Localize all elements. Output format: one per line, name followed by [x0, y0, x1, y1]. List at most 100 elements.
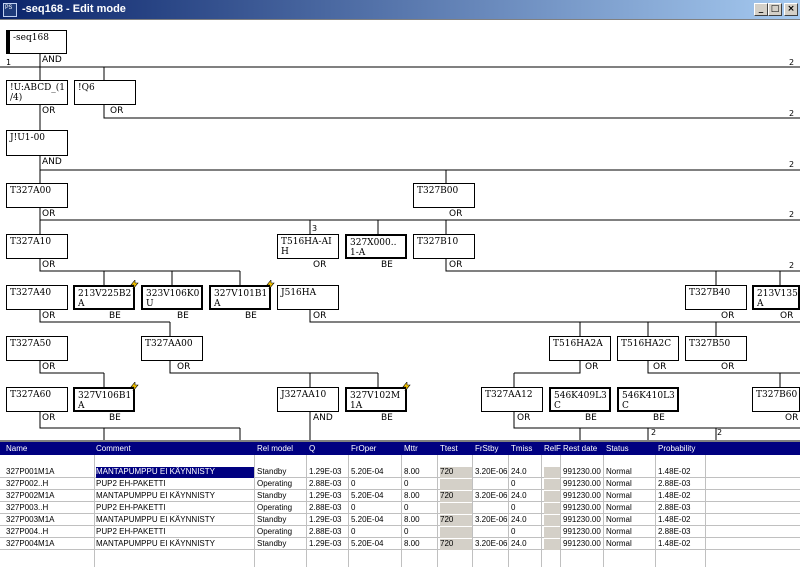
- table-cell[interactable]: Standby: [257, 515, 307, 526]
- table-cell[interactable]: MANTAPUMPPU EI KÄYNNISTY: [96, 491, 254, 502]
- table-cell[interactable]: 327P004..H: [6, 527, 92, 538]
- table-cell[interactable]: 991230.00: [563, 467, 604, 478]
- table-cell[interactable]: [544, 479, 561, 490]
- table-cell[interactable]: 0: [511, 503, 542, 514]
- table-cell[interactable]: MANTAPUMPPU EI KÄYNNISTY: [96, 539, 254, 550]
- table-cell[interactable]: [440, 479, 473, 490]
- table-cell[interactable]: 0: [511, 479, 542, 490]
- table-cell[interactable]: Normal: [606, 539, 656, 550]
- table-cell[interactable]: 327P002..H: [6, 479, 92, 490]
- column-header[interactable]: FrOper: [351, 444, 376, 453]
- column-header[interactable]: RelF: [544, 444, 561, 453]
- table-cell[interactable]: 0: [351, 479, 401, 490]
- basic-event-node[interactable]: 327V101B1 A: [209, 285, 271, 310]
- gate-node[interactable]: J516HA: [277, 285, 339, 310]
- table-cell[interactable]: 991230.00: [563, 479, 604, 490]
- table-row[interactable]: 327P004..H PUP2 EH-PAKETTI Operating 2.88E-…: [0, 526, 800, 538]
- column-header[interactable]: Rest date: [563, 444, 597, 453]
- table-cell[interactable]: [440, 503, 473, 514]
- fault-tree-canvas[interactable]: -seq168 AND 1 2 !U:ABCD_(1 /4) OR !Q6 OR…: [0, 20, 800, 440]
- column-header[interactable]: Name: [6, 444, 27, 453]
- basic-event-node[interactable]: 546K409L3 C: [549, 387, 611, 412]
- table-cell[interactable]: [440, 527, 473, 538]
- table-row[interactable]: 327P003..H PUP2 EH-PAKETTI Operating 2.88E-…: [0, 502, 800, 514]
- table-row[interactable]: 327P004M1A MANTAPUMPPU EI KÄYNNISTY Standb…: [0, 538, 800, 550]
- table-cell[interactable]: 24.0: [511, 467, 542, 478]
- table-cell[interactable]: 327P003M1A: [6, 515, 92, 526]
- table-cell[interactable]: 327P002M1A: [6, 491, 92, 502]
- table-cell[interactable]: [544, 467, 561, 478]
- table-cell[interactable]: 1.29E-03: [309, 515, 349, 526]
- table-cell[interactable]: 1.48E-02: [658, 491, 702, 502]
- gate-node[interactable]: T327A50: [6, 336, 68, 361]
- basic-event-node[interactable]: 213V135 A: [752, 285, 800, 310]
- table-cell[interactable]: Standby: [257, 467, 307, 478]
- table-cell[interactable]: PUP2 EH-PAKETTI: [96, 527, 254, 538]
- table-cell[interactable]: 0: [404, 503, 438, 514]
- table-row[interactable]: 327P002..H PUP2 EH-PAKETTI Operating 2.88E-…: [0, 478, 800, 490]
- table-row[interactable]: 327P001M1A MANTAPUMPPU EI KÄYNNISTY Standb…: [0, 466, 800, 478]
- column-header[interactable]: Comment: [96, 444, 131, 453]
- table-cell[interactable]: 1.29E-03: [309, 491, 349, 502]
- gate-node[interactable]: T327B10: [413, 234, 475, 259]
- table-cell[interactable]: 720: [440, 491, 473, 502]
- table-cell[interactable]: Operating: [257, 479, 307, 490]
- table-cell[interactable]: 5.20E-04: [351, 539, 401, 550]
- gate-node[interactable]: T327B60: [752, 387, 800, 412]
- table-cell[interactable]: [544, 491, 561, 502]
- table-cell[interactable]: 2.88E-03: [309, 479, 349, 490]
- table-cell[interactable]: 1.48E-02: [658, 539, 702, 550]
- gate-node[interactable]: T327B50: [685, 336, 747, 361]
- column-header[interactable]: Probability: [658, 444, 695, 453]
- column-header[interactable]: Tmiss: [511, 444, 532, 453]
- table-cell[interactable]: 0: [404, 479, 438, 490]
- table-cell[interactable]: 991230.00: [563, 539, 604, 550]
- table-row[interactable]: 327P002M1A MANTAPUMPPU EI KÄYNNISTY Standb…: [0, 490, 800, 502]
- gate-node[interactable]: T327AA12: [481, 387, 543, 412]
- column-header[interactable]: Q: [309, 444, 315, 453]
- table-cell[interactable]: [544, 527, 561, 538]
- basic-event-node[interactable]: 327V106B1 A: [73, 387, 135, 412]
- table-cell[interactable]: 2.88E-03: [309, 527, 349, 538]
- gate-node[interactable]: T327A10: [6, 234, 68, 259]
- table-cell[interactable]: Normal: [606, 479, 656, 490]
- gate-node[interactable]: T327A60: [6, 387, 68, 412]
- table-cell[interactable]: 720: [440, 539, 473, 550]
- table-cell[interactable]: 1.48E-02: [658, 515, 702, 526]
- table-cell[interactable]: 8.00: [404, 491, 438, 502]
- table-cell[interactable]: [475, 503, 509, 514]
- table-cell[interactable]: MANTAPUMPPU EI KÄYNNISTY: [96, 467, 254, 478]
- table-cell[interactable]: 3.20E-06: [475, 467, 509, 478]
- table-cell[interactable]: [544, 539, 561, 550]
- column-header[interactable]: Rel model: [257, 444, 293, 453]
- gate-node[interactable]: J327AA10: [277, 387, 339, 412]
- gate-node[interactable]: J!U1-00: [6, 130, 68, 156]
- gate-node[interactable]: T516HA2A: [549, 336, 611, 361]
- minimize-button[interactable]: _: [754, 3, 768, 16]
- table-cell[interactable]: Normal: [606, 527, 656, 538]
- table-cell[interactable]: 8.00: [404, 539, 438, 550]
- column-header[interactable]: Ttest: [440, 444, 458, 453]
- table-cell[interactable]: 3.20E-06: [475, 491, 509, 502]
- table-cell[interactable]: Normal: [606, 503, 656, 514]
- table-cell[interactable]: 991230.00: [563, 503, 604, 514]
- table-cell[interactable]: 5.20E-04: [351, 515, 401, 526]
- table-cell[interactable]: 991230.00: [563, 527, 604, 538]
- basic-event-node[interactable]: 327V102M 1A: [345, 387, 407, 412]
- gate-node[interactable]: T327A00: [6, 183, 68, 208]
- table-cell[interactable]: [544, 503, 561, 514]
- close-button[interactable]: ×: [784, 3, 798, 16]
- table-cell[interactable]: 8.00: [404, 467, 438, 478]
- table-cell[interactable]: 1.29E-03: [309, 539, 349, 550]
- basic-events-table[interactable]: Name Comment Rel model Q FrOper Mttr Tte…: [0, 440, 800, 567]
- gate-node[interactable]: T516HA-AI H: [277, 234, 339, 259]
- table-cell[interactable]: 1.48E-02: [658, 467, 702, 478]
- table-cell[interactable]: 24.0: [511, 539, 542, 550]
- table-cell[interactable]: 0: [511, 527, 542, 538]
- gate-node[interactable]: !Q6: [74, 80, 136, 105]
- table-cell[interactable]: 5.20E-04: [351, 491, 401, 502]
- table-cell[interactable]: MANTAPUMPPU EI KÄYNNISTY: [96, 515, 254, 526]
- table-cell[interactable]: Operating: [257, 527, 307, 538]
- basic-event-node[interactable]: 213V225B2 A: [73, 285, 135, 310]
- table-row[interactable]: 327P003M1A MANTAPUMPPU EI KÄYNNISTY Standb…: [0, 514, 800, 526]
